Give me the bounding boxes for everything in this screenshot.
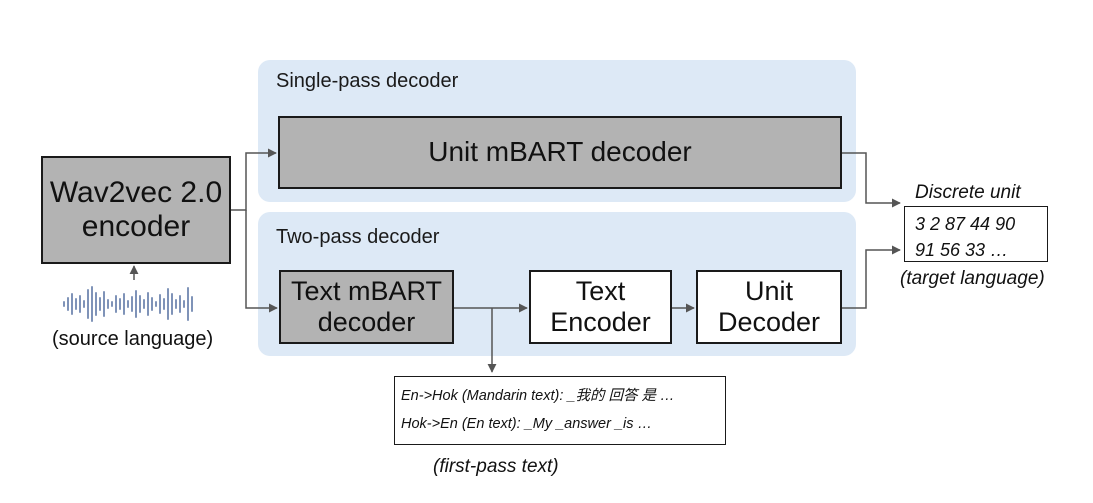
arrow-unit-decoder-to-output [842,245,901,309]
arrow-encoder-to-text-mbart [245,210,278,313]
arrow-unit-mbart-to-output [842,152,901,208]
arrows-layer [129,148,901,373]
arrow-encoder-to-unit-mbart [231,148,277,211]
